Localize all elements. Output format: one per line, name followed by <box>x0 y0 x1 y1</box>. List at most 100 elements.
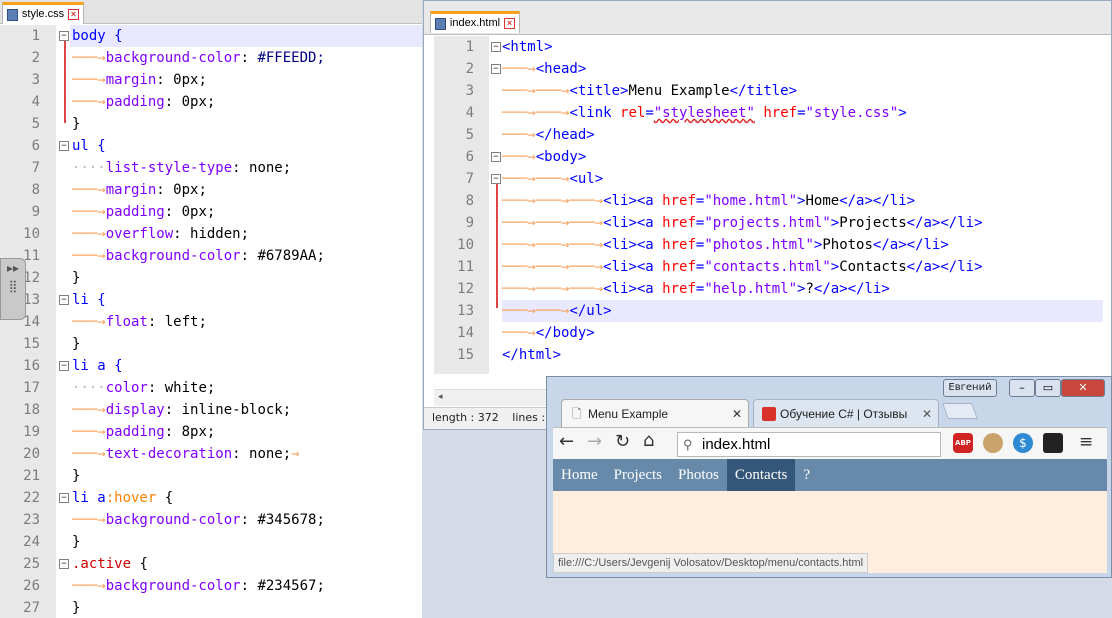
line-number: 4 <box>31 94 40 110</box>
line-number: 22 <box>23 490 40 506</box>
line-number: 9 <box>31 204 40 220</box>
line-number: 16 <box>23 358 40 374</box>
fold-line <box>64 41 66 123</box>
code-line: ───→background-color: #234567; <box>72 578 325 594</box>
code-line: ───→<body> <box>502 149 587 165</box>
nav-link-contacts[interactable]: Contacts <box>726 459 796 491</box>
minimize-icon[interactable]: – <box>1009 379 1035 397</box>
css-editor-pane: style.css × 1 2 3 4 5 6 7 8 9 10 11 12 13 14 15 16 17 18 1… <box>0 0 422 618</box>
code-line: ───→display: inline-block; <box>72 402 292 418</box>
nav-link-help[interactable]: ? <box>795 459 818 491</box>
code-line: ───→───→───→<li><a href="photos.html">Ph… <box>502 237 949 253</box>
nav-link-photos[interactable]: Photos <box>670 459 727 491</box>
nav-link-home[interactable]: Home <box>553 459 606 491</box>
line-number: 25 <box>23 556 40 572</box>
code-line: .active { <box>72 556 148 572</box>
browser-toolbar: ← → ↻ ⌂ ⚲ index.html ABP $ ≡ <box>553 427 1107 459</box>
code-line: } <box>72 534 81 550</box>
currency-extension-icon[interactable]: $ <box>1013 433 1033 453</box>
line-number: 1 <box>31 28 40 44</box>
code-line: ───→───→<title>Menu Example</title> <box>502 83 798 99</box>
code-line: ───→───→───→<li><a href="projects.html">… <box>502 215 983 231</box>
new-tab-button[interactable] <box>942 403 978 419</box>
code-line: li { <box>72 292 106 308</box>
code-line: ───→text-decoration: none;→ <box>72 446 300 462</box>
fold-marker-icon[interactable]: − <box>59 559 69 569</box>
code-line: } <box>72 468 81 484</box>
fold-marker-icon[interactable]: − <box>491 174 501 184</box>
browser-window: Евгений – ▭ ✕ 🗋 Menu Example ✕ Обучение … <box>546 376 1112 578</box>
html-editor-tabbar: index.html × <box>424 1 1111 35</box>
code-line: ───→<head> <box>502 61 587 77</box>
reload-icon[interactable]: ↻ <box>615 431 630 452</box>
page-nav-menu: Home Projects Photos Contacts? <box>553 459 1107 491</box>
status-length: length : 372 <box>432 411 499 424</box>
line-number: 6 <box>465 149 474 165</box>
fold-marker-icon[interactable]: − <box>59 31 69 41</box>
code-line: ───→───→<link rel="stylesheet" href="sty… <box>502 105 907 121</box>
glasses-extension-icon[interactable] <box>1043 433 1063 453</box>
search-icon: ⚲ <box>683 437 693 452</box>
tab-label: style.css <box>21 8 65 20</box>
side-panel-handle[interactable]: ▸▸ ⣿ <box>0 258 26 320</box>
code-line: ····list-style-type: none; <box>72 160 292 176</box>
fold-marker-icon[interactable]: − <box>59 141 69 151</box>
line-number: 21 <box>23 468 40 484</box>
line-number: 23 <box>23 512 40 528</box>
line-number: 26 <box>23 578 40 594</box>
code-line: ───→</head> <box>502 127 595 143</box>
cookie-extension-icon[interactable] <box>983 433 1003 453</box>
css-code-area[interactable]: 1 2 3 4 5 6 7 8 9 10 11 12 13 14 15 16 17 18 19 20 21 22 23 24 2… <box>0 25 422 618</box>
browser-tab-obuchenie[interactable]: Обучение C# | Отзывы ✕ <box>753 399 939 427</box>
code-line: ───→background-color: #345678; <box>72 512 325 528</box>
tab-index-html[interactable]: index.html × <box>430 11 520 33</box>
html-code-area[interactable]: 1 2 3 4 5 6 7 8 9 10 11 12 13 14 15 − − − − <html> ───… <box>434 36 1111 374</box>
address-text: index.html <box>702 436 771 453</box>
line-number: 7 <box>465 171 474 187</box>
fold-marker-icon[interactable]: − <box>59 295 69 305</box>
line-number: 15 <box>23 336 40 352</box>
fold-marker-icon[interactable]: − <box>59 361 69 371</box>
close-tab-icon[interactable]: ✕ <box>922 400 932 427</box>
menu-icon[interactable]: ≡ <box>1079 432 1093 452</box>
line-number: 1 <box>465 39 474 55</box>
profile-button[interactable]: Евгений <box>943 379 997 397</box>
code-line: ───→padding: 0px; <box>72 204 216 220</box>
line-number: 11 <box>457 259 474 275</box>
line-number: 2 <box>465 61 474 77</box>
scroll-left-icon[interactable]: ◂ <box>438 392 443 402</box>
browser-tab-menu-example[interactable]: 🗋 Menu Example ✕ <box>561 399 749 427</box>
line-number: 10 <box>457 237 474 253</box>
close-tab-icon[interactable]: × <box>504 18 515 29</box>
line-number: 7 <box>31 160 40 176</box>
address-bar[interactable]: ⚲ index.html <box>677 432 941 457</box>
page-icon: 🗋 <box>572 407 582 421</box>
code-line: ───→float: left; <box>72 314 207 330</box>
browser-tab-title: Обучение C# | Отзывы <box>780 407 908 421</box>
fold-marker-icon[interactable]: − <box>491 64 501 74</box>
maximize-icon[interactable]: ▭ <box>1035 379 1061 397</box>
expand-arrows-icon: ▸▸ <box>6 261 20 275</box>
code-line: ───→padding: 0px; <box>72 94 216 110</box>
line-number: 20 <box>23 446 40 462</box>
fold-marker-icon[interactable]: − <box>59 493 69 503</box>
line-number: 15 <box>457 347 474 363</box>
code-line: ───→───→───→<li><a href="contacts.html">… <box>502 259 983 275</box>
fold-marker-icon[interactable]: − <box>491 42 501 52</box>
back-icon[interactable]: ← <box>559 431 574 452</box>
code-line: ───→───→</ul> <box>502 303 612 319</box>
adblock-plus-icon[interactable]: ABP <box>953 433 973 453</box>
close-tab-icon[interactable]: ✕ <box>732 400 742 427</box>
code-line: li a:hover { <box>72 490 174 506</box>
file-icon <box>7 8 18 21</box>
css-editor-tabbar: style.css × <box>0 0 422 24</box>
forward-icon[interactable]: → <box>587 431 602 452</box>
fold-marker-icon[interactable]: − <box>491 152 501 162</box>
home-icon[interactable]: ⌂ <box>643 430 654 451</box>
code-line: ───→margin: 0px; <box>72 72 207 88</box>
close-window-icon[interactable]: ✕ <box>1061 379 1105 397</box>
close-tab-icon[interactable]: × <box>68 9 79 20</box>
nav-link-projects[interactable]: Projects <box>606 459 670 491</box>
tab-style-css[interactable]: style.css × <box>2 2 84 24</box>
tab-label: index.html <box>449 17 501 29</box>
